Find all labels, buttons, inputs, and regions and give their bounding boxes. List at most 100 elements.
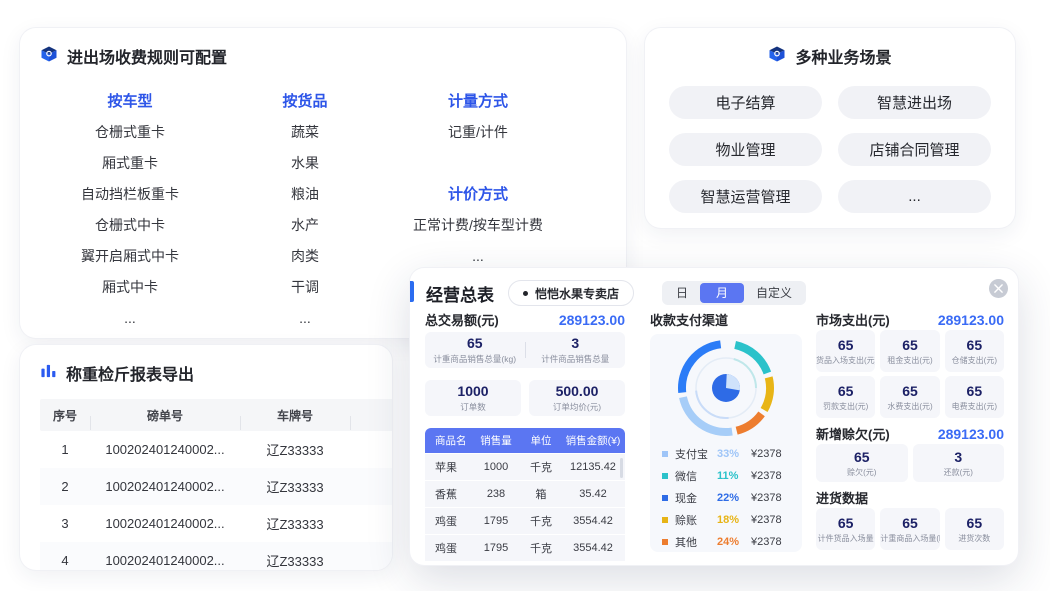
table-row: 1 100202401240002... 辽Z33333 单排仓栅 bbox=[40, 431, 392, 468]
stat-label: 计重商品销售总量(kg) bbox=[425, 353, 525, 365]
cell-qty: 238 bbox=[471, 488, 521, 500]
cell-plate: 辽Z33333 bbox=[240, 440, 350, 459]
swatch-icon bbox=[662, 539, 668, 545]
market-expense-value: 289123.00 bbox=[938, 312, 1004, 328]
credit-card-repaid: 3 还款(元) bbox=[913, 444, 1005, 482]
measure-header: 计量方式 bbox=[370, 86, 586, 117]
total-transaction-row: 总交易额(元) 289123.00 bbox=[425, 310, 625, 328]
expense-card-fine: 65 罚款支出(元) bbox=[816, 376, 875, 418]
cell-vehicle: 单排仓栅 bbox=[350, 440, 392, 459]
expense-card-water: 65 水费支出(元) bbox=[880, 376, 939, 418]
tab-day[interactable]: 日 bbox=[664, 283, 700, 303]
scenario-pill-settlement[interactable]: 电子结算 bbox=[669, 86, 822, 119]
scrollbar-thumb[interactable] bbox=[620, 458, 623, 478]
new-credit-label: 新增赊欠(元) bbox=[816, 424, 890, 443]
legend-percent: 33% bbox=[717, 448, 751, 460]
cell-qty: 1000 bbox=[471, 461, 521, 473]
cell-ticket: 100202401240002... bbox=[90, 516, 240, 531]
scenario-pill-property[interactable]: 物业管理 bbox=[669, 133, 822, 166]
legend-name: 微信 bbox=[675, 468, 717, 484]
scenario-pill-operation[interactable]: 智慧运营管理 bbox=[669, 180, 822, 213]
cell-index: 2 bbox=[40, 479, 90, 494]
product-sales-table: 商品名 销售量 单位 销售金额(¥) 苹果 1000 千克 12135.42 香… bbox=[425, 428, 625, 561]
cell-qty: 1795 bbox=[471, 515, 521, 527]
title-accent-bar bbox=[410, 281, 414, 302]
stat-value: 1000 bbox=[425, 383, 521, 399]
stat-value: 65 bbox=[945, 337, 1004, 353]
cube-icon bbox=[40, 45, 58, 68]
scenario-pill-more[interactable]: ... bbox=[838, 180, 991, 213]
store-selector[interactable]: 恺恺水果专卖店 bbox=[508, 280, 634, 306]
col-header-index: 序号 bbox=[40, 407, 90, 424]
stat-value: 65 bbox=[945, 515, 1004, 531]
fee-item: 蔬菜 bbox=[240, 117, 370, 148]
fee-item: 仓栅式中卡 bbox=[20, 210, 240, 241]
stat-label: 订单数 bbox=[425, 401, 521, 413]
product-row: 鸡蛋 1795 千克 3554.42 bbox=[425, 534, 625, 561]
donut-chart bbox=[650, 338, 802, 438]
total-value: 289123.00 bbox=[559, 312, 625, 328]
legend-amount: ¥2378 bbox=[751, 448, 782, 460]
purchase-card-count: 65 进货次数 bbox=[945, 508, 1004, 550]
swatch-icon bbox=[662, 473, 668, 479]
legend-amount: ¥2378 bbox=[751, 492, 782, 504]
legend-item-credit: 赊账 18% ¥2378 bbox=[662, 509, 790, 531]
scenario-pill-contract[interactable]: 店铺合同管理 bbox=[838, 133, 991, 166]
cell-amount: 35.42 bbox=[561, 488, 625, 500]
cell-unit: 千克 bbox=[521, 513, 561, 529]
spacer-row bbox=[370, 148, 586, 179]
channel-legend: 支付宝 33% ¥2378 微信 11% ¥2378 现金 22% bbox=[650, 443, 802, 553]
panel-title: 进出场收费规则可配置 bbox=[67, 44, 227, 68]
cell-product: 苹果 bbox=[425, 459, 471, 475]
payment-channels-card: 支付宝 33% ¥2378 微信 11% ¥2378 现金 22% bbox=[650, 334, 802, 552]
legend-item-cash: 现金 22% ¥2378 bbox=[662, 487, 790, 509]
price-item: 正常计费/按车型计费 bbox=[370, 210, 586, 241]
stat-label: 计件货品入场量 bbox=[816, 533, 875, 544]
expense-card-goods-entry: 65 货品入场支出(元) bbox=[816, 330, 875, 372]
cube-icon bbox=[768, 45, 786, 68]
product-row: 苹果 1000 千克 12135.42 bbox=[425, 453, 625, 480]
dashboard-right-column: 市场支出(元) 289123.00 65 货品入场支出(元) 65 租金支出(元… bbox=[816, 310, 1004, 550]
stat-label: 还款(元) bbox=[913, 467, 1005, 478]
fee-item: 厢式重卡 bbox=[20, 148, 240, 179]
stat-label: 计件商品销售总量 bbox=[526, 353, 626, 365]
credit-cards: 65 赊欠(元) 3 还款(元) bbox=[816, 444, 1004, 482]
tab-month[interactable]: 月 bbox=[700, 283, 744, 303]
cell-index: 1 bbox=[40, 442, 90, 457]
stat-label: 进货次数 bbox=[945, 533, 1004, 544]
legend-item-other: 其他 24% ¥2378 bbox=[662, 531, 790, 553]
product-table-header: 商品名 销售量 单位 销售金额(¥) bbox=[425, 428, 625, 453]
stat-value: 65 bbox=[816, 449, 908, 465]
stat-value: 65 bbox=[816, 515, 875, 531]
fee-item: 干调 bbox=[240, 272, 370, 303]
cell-index: 4 bbox=[40, 553, 90, 568]
channels-title: 收款支付渠道 bbox=[650, 310, 728, 329]
fee-rules-title-row: 进出场收费规则可配置 bbox=[20, 28, 626, 68]
col-header-plate: 车牌号 bbox=[240, 407, 350, 424]
close-icon[interactable] bbox=[989, 279, 1008, 298]
legend-percent: 22% bbox=[717, 492, 751, 504]
legend-amount: ¥2378 bbox=[751, 536, 782, 548]
cell-unit: 千克 bbox=[521, 459, 561, 475]
stat-value: 3 bbox=[526, 335, 626, 351]
fee-column-vehicle: 按车型 仓栅式重卡 厢式重卡 自动挡栏板重卡 仓栅式中卡 翼开启厢式中卡 厢式中… bbox=[20, 86, 240, 334]
purchase-card-weight: 65 计重商品入场量(kg) bbox=[880, 508, 939, 550]
scenario-pill-entry-exit[interactable]: 智慧进出场 bbox=[838, 86, 991, 119]
cell-ticket: 100202401240002... bbox=[90, 553, 240, 568]
col-header-ticket: 磅单号 bbox=[90, 407, 240, 424]
page: 进出场收费规则可配置 按车型 仓栅式重卡 厢式重卡 自动挡栏板重卡 仓栅式中卡 … bbox=[0, 0, 1050, 591]
stat-value: 65 bbox=[945, 383, 1004, 399]
swatch-icon bbox=[662, 517, 668, 523]
tab-custom[interactable]: 自定义 bbox=[744, 283, 804, 303]
cell-index: 3 bbox=[40, 516, 90, 531]
table-row: 4 100202401240002... 辽Z33333 单排仓栅 bbox=[40, 542, 392, 570]
stat-label: 订单均价(元) bbox=[529, 401, 625, 413]
cell-product: 鸡蛋 bbox=[425, 513, 471, 529]
purchase-label: 进货数据 bbox=[816, 488, 868, 507]
cell-product: 香蕉 bbox=[425, 486, 471, 502]
table-row: 2 100202401240002... 辽Z33333 单排仓栅 bbox=[40, 468, 392, 505]
dashboard-middle-column: 收款支付渠道 支付宝 33% ¥2378 微信 11% ¥2378 bbox=[650, 310, 802, 552]
stat-label: 租金支出(元) bbox=[880, 355, 939, 366]
cell-amount: 3554.42 bbox=[561, 515, 625, 527]
col-header-amount: 销售金额(¥) bbox=[561, 433, 625, 448]
